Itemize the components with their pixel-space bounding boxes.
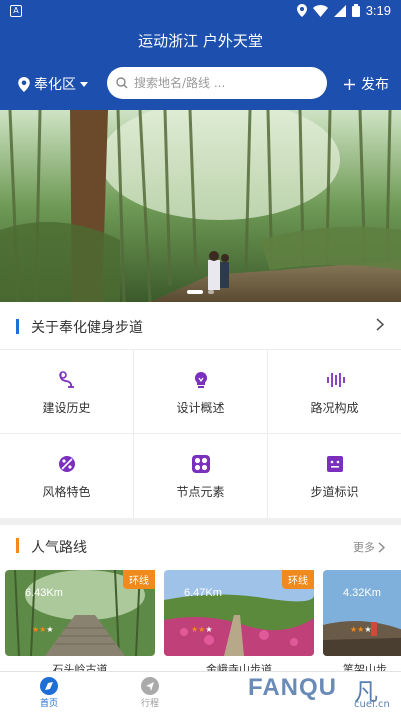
app-notification-icon: A xyxy=(10,5,22,17)
tab-label: 行程 xyxy=(140,699,159,709)
route-image xyxy=(323,570,401,656)
history-icon xyxy=(58,371,74,388)
location-selector[interactable]: 奉化区 xyxy=(18,74,88,94)
popular-title: 人气路线 xyxy=(31,540,87,556)
signal-icon xyxy=(333,4,346,17)
tab-label: 首页 xyxy=(39,699,58,709)
trail-sign-icon xyxy=(326,456,343,472)
carousel-dot[interactable] xyxy=(208,290,214,294)
location-pin-icon xyxy=(18,76,30,92)
home-compass-icon xyxy=(40,677,58,695)
search-input[interactable] xyxy=(134,76,314,90)
road-condition-icon xyxy=(326,373,345,387)
about-item-label: 路况构成 xyxy=(310,401,359,415)
tab-home[interactable]: 首页 xyxy=(19,676,79,709)
section-accent-bar xyxy=(16,538,19,553)
about-grid: 建设历史 设计概述 路况构成 风格特色 节点元素 步道标识 xyxy=(0,350,401,518)
about-item-label: 节点元素 xyxy=(176,485,225,499)
watermark-latin: FANQU xyxy=(248,674,337,701)
watermark-logo: FANQU 凡趣 cuel.cn xyxy=(248,672,401,713)
publish-button[interactable]: 发布 xyxy=(344,74,389,94)
route-card[interactable]: 环线 6.47Km ★★★ 金峨寺山步道 xyxy=(164,570,314,671)
dropdown-caret-icon xyxy=(80,81,88,87)
star-empty-icon: ★ xyxy=(46,625,54,634)
wifi-icon xyxy=(312,4,328,17)
about-title: 关于奉化健身步道 xyxy=(31,320,143,336)
chevron-right-icon xyxy=(376,318,384,331)
route-distance: 4.32Km xyxy=(343,587,381,599)
about-section: 关于奉化健身步道 建设历史 设计概述 路况构成 风格特色 节点元素 步道标识 xyxy=(0,302,401,518)
about-item-label: 设计概述 xyxy=(176,401,225,415)
about-item-label: 风格特色 xyxy=(42,485,91,499)
app-header: 运动浙江 户外天堂 奉化区 发布 xyxy=(0,24,401,110)
route-card[interactable]: 4.32Km ★★★ 笔架山步 xyxy=(323,570,401,671)
route-rating: ★★★ xyxy=(191,625,213,634)
search-box[interactable] xyxy=(107,67,327,99)
route-name: 笔架山步 xyxy=(343,663,387,671)
watermark-domain: cuel.cn xyxy=(354,699,390,710)
star-empty-icon: ★ xyxy=(364,625,372,634)
route-distance: 6.47Km xyxy=(184,587,222,599)
carousel-dot-active[interactable] xyxy=(187,290,203,294)
banner-carousel[interactable] xyxy=(0,110,401,302)
about-item-label: 建设历史 xyxy=(42,401,91,415)
banner-image-bamboo-forest xyxy=(0,110,401,302)
design-bulb-icon xyxy=(194,371,207,388)
status-bar: A 3:19 xyxy=(0,0,401,24)
route-name: 石头岭古道 xyxy=(52,663,108,671)
route-card[interactable]: 环线 6.43Km ★★★ 石头岭古道 xyxy=(5,570,155,671)
about-header[interactable]: 关于奉化健身步道 xyxy=(0,302,401,350)
battery-icon xyxy=(351,4,360,17)
tab-itinerary[interactable]: 行程 xyxy=(120,676,180,709)
navigation-arrow-icon xyxy=(141,677,159,695)
plus-icon xyxy=(344,78,355,90)
route-rating: ★★★ xyxy=(350,625,372,634)
search-icon xyxy=(116,77,128,89)
more-label: 更多 xyxy=(353,541,375,554)
clock: 3:19 xyxy=(365,3,391,18)
route-tag: 环线 xyxy=(123,570,155,589)
star-empty-icon: ★ xyxy=(205,625,213,634)
more-link[interactable]: 更多 xyxy=(353,539,385,555)
app-title: 运动浙江 户外天堂 xyxy=(138,32,263,50)
route-tag: 环线 xyxy=(282,570,314,589)
location-pin-icon xyxy=(296,4,307,17)
section-accent-bar xyxy=(16,319,19,334)
style-feature-icon xyxy=(58,456,75,472)
about-item-label: 步道标识 xyxy=(310,485,359,499)
about-item-nodes[interactable]: 节点元素 xyxy=(134,434,268,518)
chevron-right-icon xyxy=(378,541,385,553)
node-element-icon xyxy=(191,455,210,473)
about-item-road[interactable]: 路况构成 xyxy=(268,350,401,434)
route-distance: 6.43Km xyxy=(25,587,63,599)
about-item-design[interactable]: 设计概述 xyxy=(134,350,268,434)
popular-routes-section: 人气路线 更多 环线 6.43Km ★★★ 石头岭古道 环线 6.47Km ★★… xyxy=(0,525,401,671)
route-rating: ★★★ xyxy=(32,625,54,634)
about-item-history[interactable]: 建设历史 xyxy=(0,350,134,434)
publish-label: 发布 xyxy=(361,77,389,93)
about-item-sign[interactable]: 步道标识 xyxy=(268,434,401,518)
carousel-indicator xyxy=(0,290,401,294)
about-item-style[interactable]: 风格特色 xyxy=(0,434,134,518)
location-label: 奉化区 xyxy=(34,77,76,93)
route-name: 金峨寺山步道 xyxy=(206,663,272,671)
